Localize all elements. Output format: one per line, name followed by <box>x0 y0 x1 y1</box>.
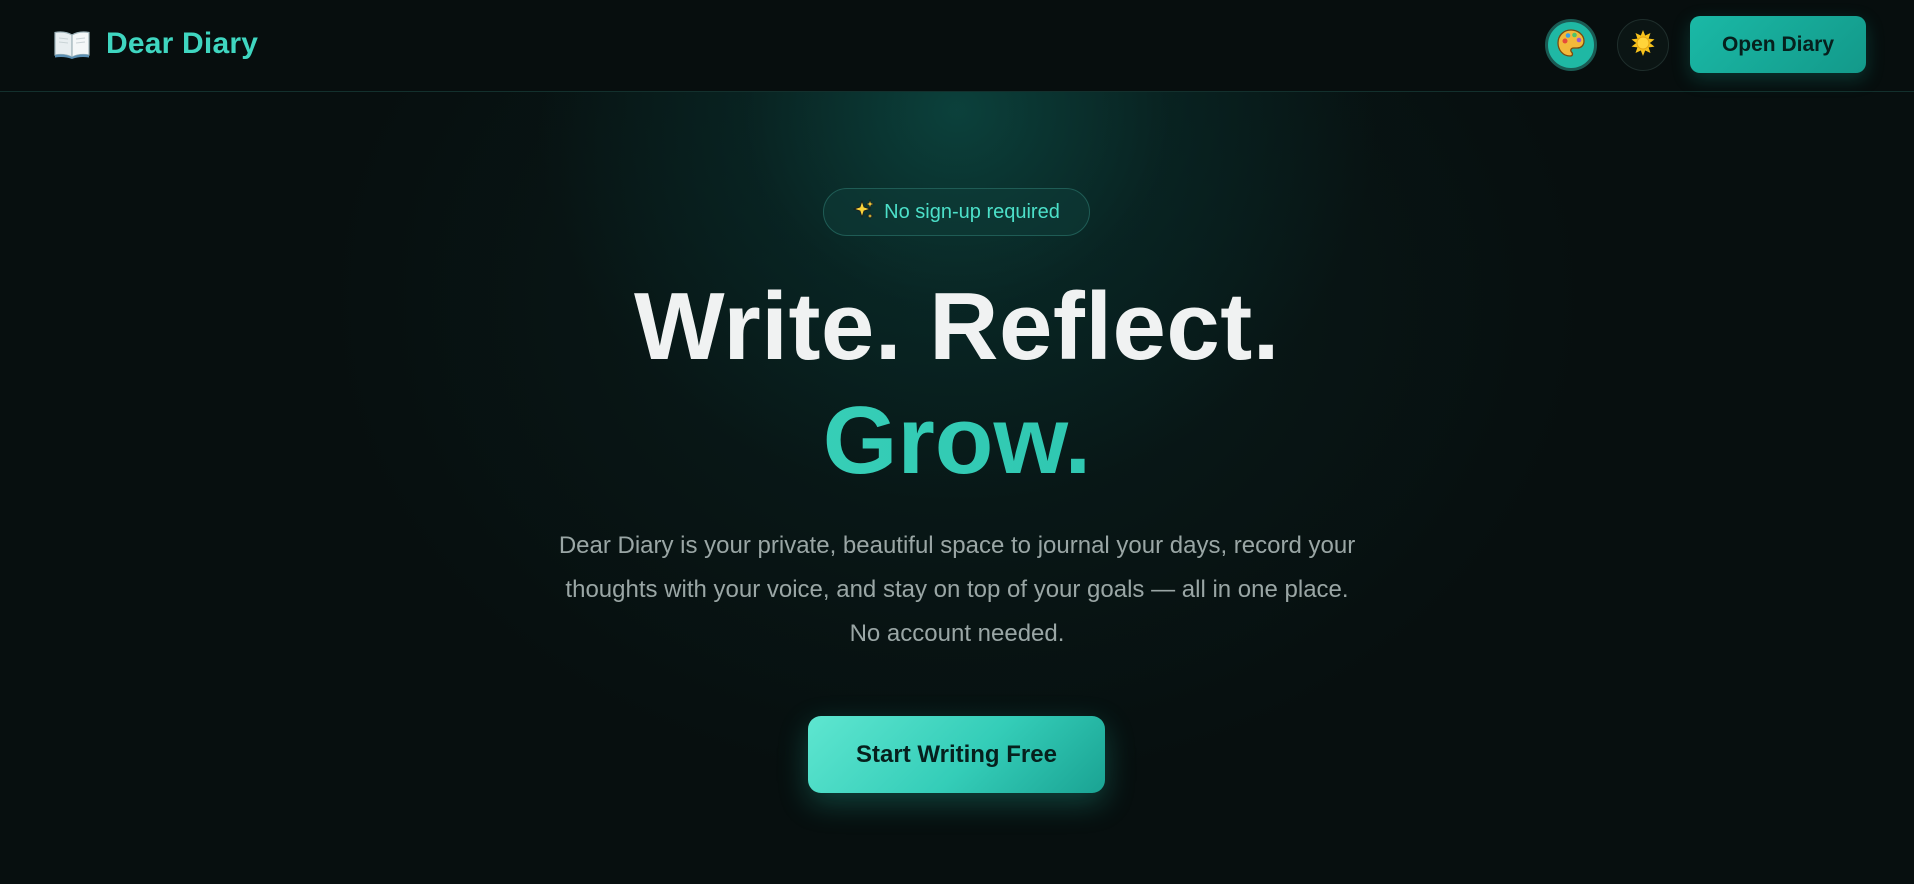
theme-toggle-button[interactable] <box>1617 19 1669 71</box>
no-signup-badge: No sign-up required <box>823 188 1090 236</box>
description-line: Dear Diary is your private, beautiful sp… <box>558 532 1356 559</box>
open-book-icon <box>52 27 92 61</box>
headline: Write. Reflect. <box>634 273 1280 380</box>
sun-icon <box>1629 29 1657 62</box>
sparkles-icon <box>852 198 876 226</box>
landing-page: Dear Diary Open Diary No sign-up require… <box>0 0 1914 884</box>
description-line: thoughts with your voice, and stay on to… <box>565 576 1349 603</box>
brand-logo[interactable]: Dear Diary <box>52 24 258 64</box>
description-line: No account needed. <box>849 620 1065 647</box>
badge-text: No sign-up required <box>884 200 1060 223</box>
palette-icon <box>1556 28 1586 63</box>
brand-name: Dear Diary <box>106 27 259 60</box>
top-nav: Dear Diary Open Diary <box>0 0 1914 92</box>
open-diary-button[interactable]: Open Diary <box>1690 16 1866 73</box>
hero-description: Dear Diary is your private, beautiful sp… <box>507 524 1407 656</box>
start-writing-button[interactable]: Start Writing Free <box>808 716 1105 793</box>
headline-accent: Grow. <box>0 386 1914 496</box>
palette-button[interactable] <box>1545 19 1597 71</box>
